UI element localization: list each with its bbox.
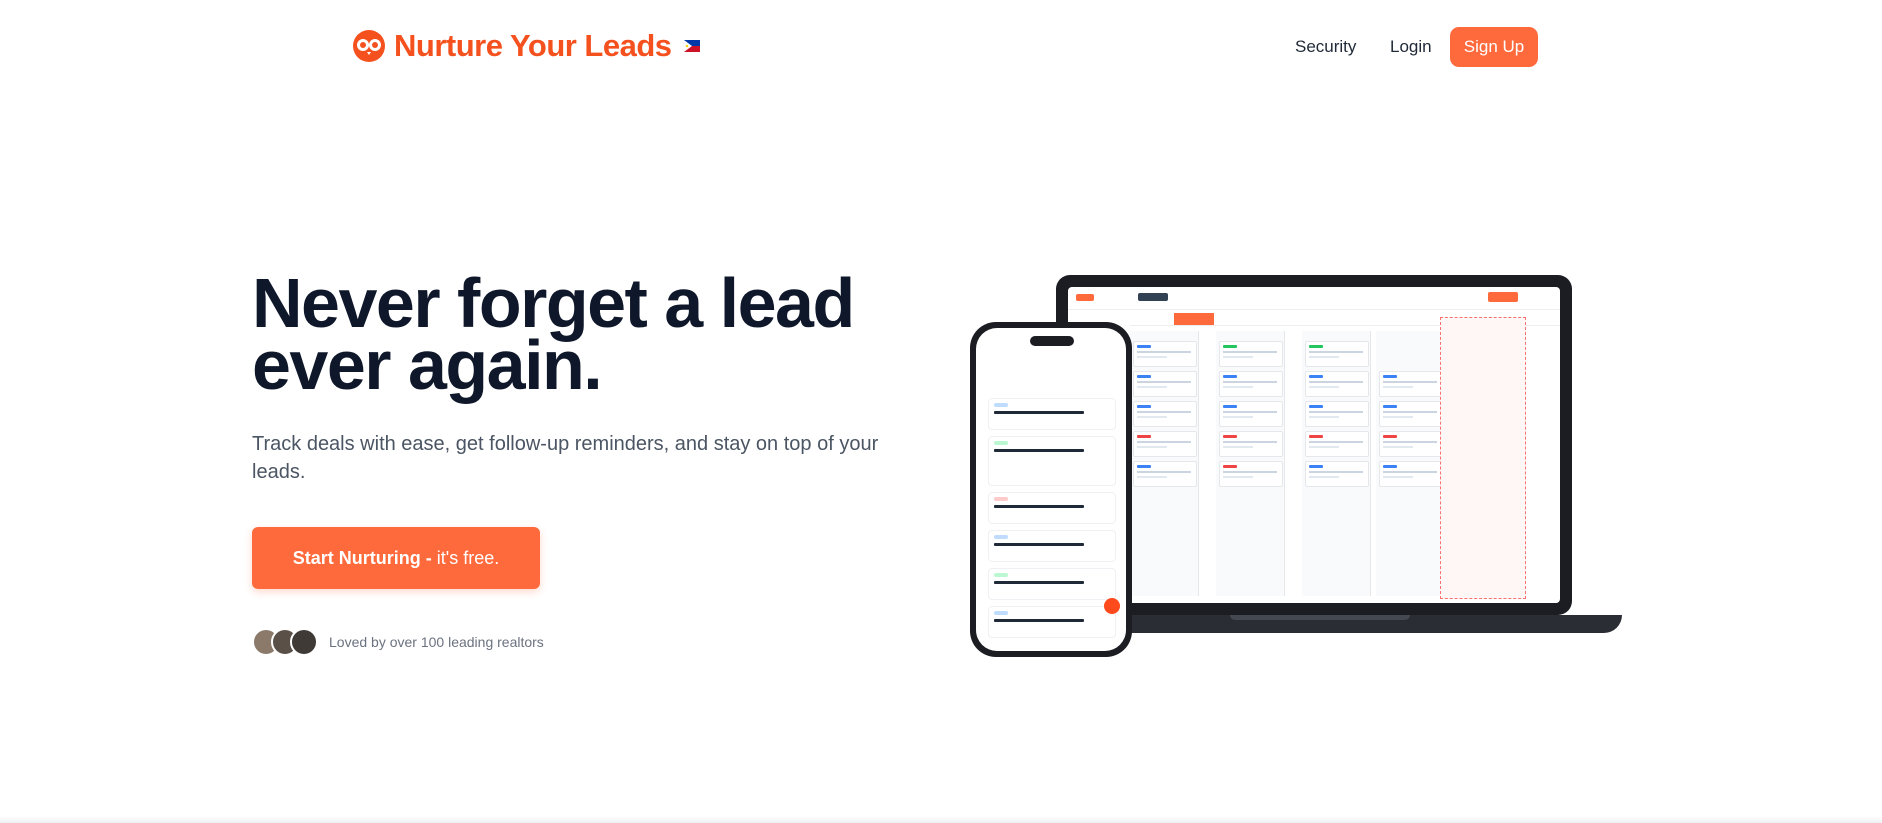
- add-fab-icon: [1104, 598, 1120, 614]
- app-title: [1138, 293, 1168, 301]
- board-card: [1219, 401, 1283, 427]
- board-card: [1305, 341, 1369, 367]
- hero-title-line-2: ever again.: [252, 326, 603, 404]
- board-card: [1305, 401, 1369, 427]
- cta-strong-label: Start Nurturing -: [292, 547, 432, 568]
- philippines-flag-icon: [683, 40, 700, 52]
- nav-login-link[interactable]: Login: [1390, 37, 1432, 57]
- board-card: [1219, 431, 1283, 457]
- board-card: [1305, 371, 1369, 397]
- phone-card: [988, 530, 1116, 562]
- owl-logo-icon: [353, 30, 385, 62]
- phone-card: [988, 492, 1116, 524]
- board-card: [1219, 341, 1283, 367]
- board-card: [1133, 341, 1197, 367]
- phone-card: [988, 568, 1116, 600]
- brand-logo[interactable]: Nurture Your Leads: [352, 28, 700, 64]
- board-card: [1133, 371, 1197, 397]
- board-card: [1219, 371, 1283, 397]
- dynamic-island: [1030, 336, 1074, 346]
- board-card: [1305, 461, 1369, 487]
- app-logo: [1076, 294, 1094, 301]
- signup-button[interactable]: Sign Up: [1450, 27, 1538, 67]
- social-proof-text: Loved by over 100 leading realtors: [329, 634, 544, 650]
- app-tab-active: [1174, 313, 1214, 325]
- nav-security-link[interactable]: Security: [1295, 37, 1356, 57]
- app-topbar: [1068, 287, 1560, 310]
- cta-light-label: it's free.: [431, 547, 500, 568]
- hero-title: Never forget a lead ever again.: [252, 268, 952, 400]
- board-column: [1376, 331, 1445, 596]
- board-card: [1133, 401, 1197, 427]
- board-card: [1379, 461, 1443, 487]
- board-card: [1379, 401, 1443, 427]
- start-nurturing-button[interactable]: Start Nurturing - it's free.: [252, 527, 540, 589]
- phone-mockup: [970, 322, 1132, 657]
- hero-subtitle: Track deals with ease, get follow-up rem…: [252, 433, 879, 483]
- board-column: [1216, 331, 1285, 596]
- brand-name: Nurture Your Leads: [394, 28, 672, 63]
- board-card: [1133, 461, 1197, 487]
- board-column: [1130, 331, 1199, 596]
- board-card: [1133, 431, 1197, 457]
- app-add-button: [1488, 292, 1518, 302]
- phone-screen: [976, 328, 1126, 651]
- board-column: [1302, 331, 1371, 596]
- laptop-screen: [1068, 287, 1560, 603]
- board-card: [1305, 431, 1369, 457]
- laptop-base-slot: [1230, 615, 1410, 620]
- drop-zone: [1440, 317, 1526, 599]
- phone-card: [988, 606, 1116, 638]
- section-divider: [0, 816, 1882, 823]
- board-card: [1379, 371, 1443, 397]
- board-card: [1219, 461, 1283, 487]
- phone-card: [988, 436, 1116, 486]
- laptop-mockup: [1056, 275, 1572, 615]
- camera-notch: [1286, 275, 1342, 287]
- phone-card: [988, 398, 1116, 430]
- board-card: [1379, 431, 1443, 457]
- social-proof: Loved by over 100 leading realtors: [252, 628, 544, 656]
- avatar: [290, 628, 318, 656]
